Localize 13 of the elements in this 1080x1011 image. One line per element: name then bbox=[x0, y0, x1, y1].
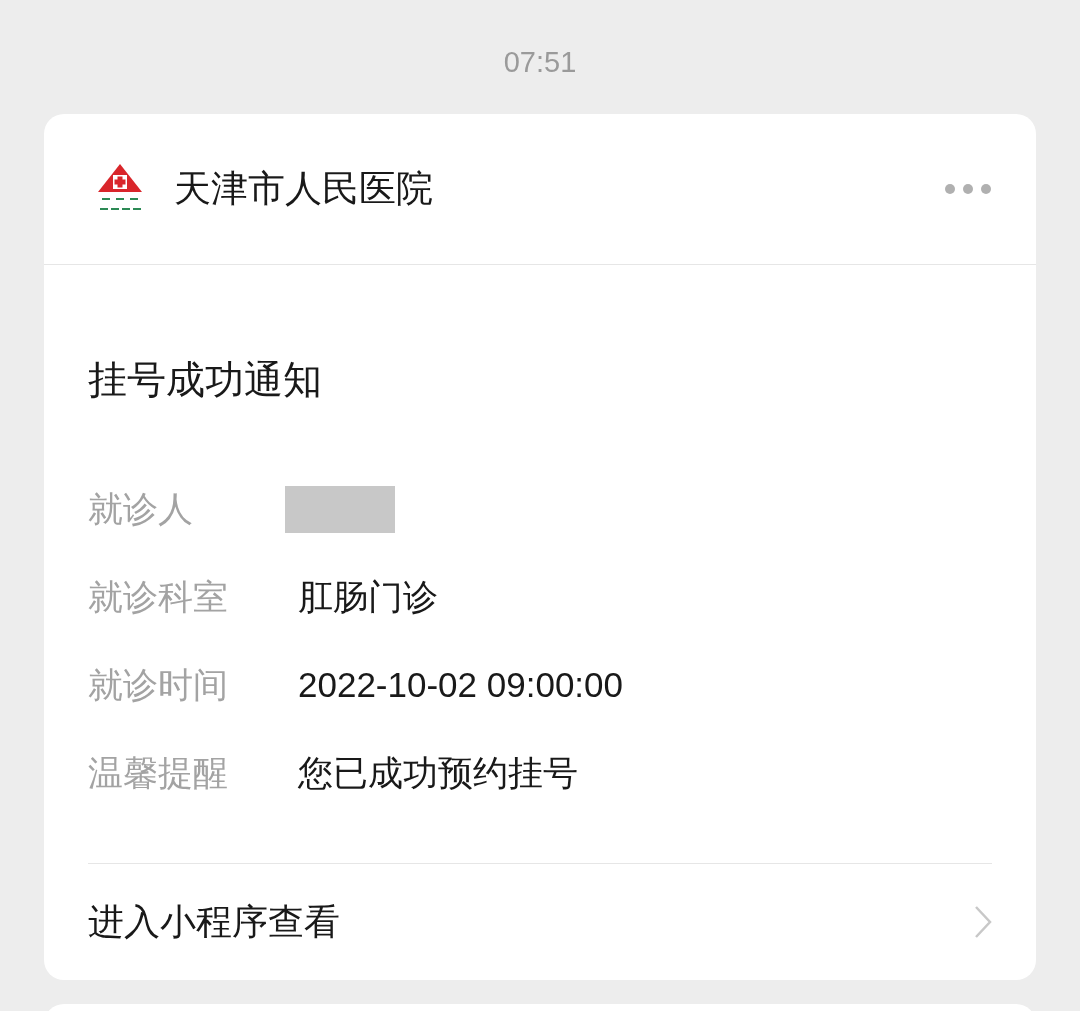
chevron-right-icon bbox=[974, 905, 992, 939]
field-label: 温馨提醒 bbox=[88, 751, 229, 795]
field-label: 就诊时间 bbox=[88, 663, 229, 707]
message-time: 07:51 bbox=[503, 45, 577, 80]
field-label: 就诊人 bbox=[88, 487, 194, 531]
notification-title: 挂号成功通知 bbox=[88, 356, 323, 404]
field-value: 您已成功预约挂号 bbox=[298, 751, 578, 794]
field-value: 肛肠门诊 bbox=[298, 575, 438, 618]
more-icon[interactable] bbox=[944, 183, 992, 195]
mini-program-link[interactable]: 进入小程序查看 bbox=[88, 897, 340, 947]
field-value: 2022-10-02 09:00:00 bbox=[298, 665, 623, 705]
sender-name: 天津市人民医院 bbox=[174, 166, 434, 212]
field-label: 就诊科室 bbox=[88, 575, 229, 619]
